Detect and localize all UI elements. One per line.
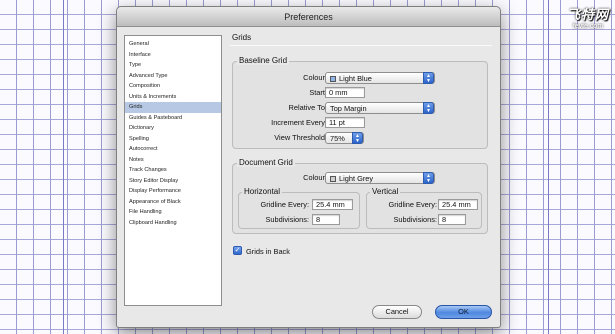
document-colour-value: Light Grey bbox=[339, 174, 374, 183]
baseline-colour-select[interactable]: Light Blue ▲ ▼ bbox=[325, 72, 435, 84]
watermark: 飞特网 fevte.com bbox=[567, 4, 609, 30]
chevron-up-down-icon: ▲ ▼ bbox=[423, 172, 434, 184]
watermark-logo: 飞特网 bbox=[566, 8, 609, 23]
chevron-up-down-icon: ▲ ▼ bbox=[423, 102, 434, 114]
sidebar-item-grids[interactable]: Grids bbox=[125, 102, 221, 113]
view-threshold-select[interactable]: 75% ▲ ▼ bbox=[325, 132, 364, 144]
vertical-gridline-field[interactable]: 25.4 mm bbox=[438, 199, 478, 210]
sidebar-item-units-increments[interactable]: Units & Increments bbox=[125, 92, 221, 103]
dialog-title: Preferences bbox=[117, 7, 500, 27]
increment-every-label: Increment Every: bbox=[271, 118, 327, 127]
sidebar-item-file-handling[interactable]: File Handling bbox=[125, 207, 221, 218]
document-colour-select[interactable]: Light Grey ▲ ▼ bbox=[325, 172, 435, 184]
panel-divider bbox=[230, 45, 492, 46]
vertical-subdivisions-label: Subdivisions: bbox=[393, 215, 437, 224]
preferences-dialog: Preferences General Interface Type Advanced… bbox=[116, 6, 501, 328]
watermark-site: fevte.com bbox=[572, 23, 604, 30]
horizontal-subdivisions-field[interactable]: 8 bbox=[312, 214, 340, 225]
sidebar-item-track-changes[interactable]: Track Changes bbox=[125, 165, 221, 176]
vertical-title: Vertical bbox=[370, 187, 401, 196]
grids-in-back-checkbox[interactable]: ✓ bbox=[233, 246, 242, 255]
chevron-up-down-icon: ▲ ▼ bbox=[352, 132, 363, 144]
horizontal-title: Horizontal bbox=[242, 187, 283, 196]
baseline-colour-swatch bbox=[330, 76, 336, 82]
relative-to-value: Top Margin bbox=[330, 104, 367, 113]
page-margin-line-left bbox=[63, 0, 64, 334]
sidebar-item-composition[interactable]: Composition bbox=[125, 81, 221, 92]
cancel-button[interactable]: Cancel bbox=[372, 305, 422, 319]
grids-in-back-label: Grids in Back bbox=[246, 247, 290, 256]
baseline-start-field[interactable]: 0 mm bbox=[325, 87, 365, 98]
sidebar-item-type[interactable]: Type bbox=[125, 60, 221, 71]
sidebar-item-appearance-of-black[interactable]: Appearance of Black bbox=[125, 197, 221, 208]
sidebar-item-guides-pasteboard[interactable]: Guides & Pasteboard bbox=[125, 113, 221, 124]
sidebar-item-autocorrect[interactable]: Autocorrect bbox=[125, 144, 221, 155]
panel-title: Grids bbox=[232, 33, 252, 42]
ok-button[interactable]: OK bbox=[435, 305, 492, 319]
view-threshold-label: View Threshold: bbox=[274, 133, 327, 142]
grids-panel: Grids Baseline Grid Colour: Light Blue ▲… bbox=[230, 29, 492, 301]
preferences-category-list[interactable]: General Interface Type Advanced Type Composi… bbox=[124, 35, 222, 306]
baseline-grid-title: Baseline Grid bbox=[237, 56, 290, 65]
sidebar-item-advanced-type[interactable]: Advanced Type bbox=[125, 71, 221, 82]
sidebar-item-display-performance[interactable]: Display Performance bbox=[125, 186, 221, 197]
vertical-gridline-label: Gridline Every: bbox=[388, 200, 437, 209]
chevron-up-down-icon: ▲ ▼ bbox=[423, 72, 434, 84]
document-colour-label: Colour: bbox=[303, 173, 327, 182]
vertical-subdivisions-field[interactable]: 8 bbox=[438, 214, 466, 225]
sidebar-item-general[interactable]: General bbox=[125, 39, 221, 50]
horizontal-gridline-field[interactable]: 25.4 mm bbox=[312, 199, 353, 210]
sidebar-item-dictionary[interactable]: Dictionary bbox=[125, 123, 221, 134]
relative-to-select[interactable]: Top Margin ▲ ▼ bbox=[325, 102, 435, 114]
checkmark-icon: ✓ bbox=[234, 247, 241, 254]
baseline-colour-value: Light Blue bbox=[339, 74, 372, 83]
sidebar-item-interface[interactable]: Interface bbox=[125, 50, 221, 61]
sidebar-item-story-editor-display[interactable]: Story Editor Display bbox=[125, 176, 221, 187]
increment-every-field[interactable]: 11 pt bbox=[325, 117, 365, 128]
view-threshold-value: 75% bbox=[330, 134, 345, 143]
relative-to-label: Relative To: bbox=[288, 103, 327, 112]
sidebar-item-clipboard-handling[interactable]: Clipboard Handling bbox=[125, 218, 221, 229]
page-margin-line-right bbox=[548, 0, 549, 334]
sidebar-item-notes[interactable]: Notes bbox=[125, 155, 221, 166]
document-colour-swatch bbox=[330, 176, 336, 182]
horizontal-subdivisions-label: Subdivisions: bbox=[265, 215, 309, 224]
sidebar-item-spelling[interactable]: Spelling bbox=[125, 134, 221, 145]
document-grid-title: Document Grid bbox=[237, 158, 295, 167]
baseline-colour-label: Colour: bbox=[303, 73, 327, 82]
horizontal-gridline-label: Gridline Every: bbox=[260, 200, 309, 209]
